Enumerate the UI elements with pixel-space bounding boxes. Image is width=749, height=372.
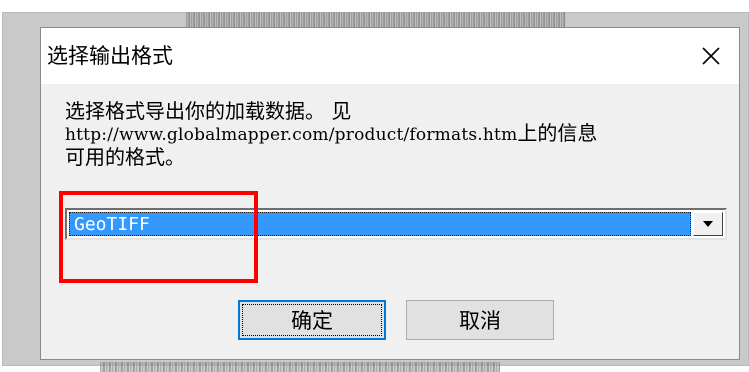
close-icon <box>702 47 720 65</box>
format-select-selected[interactable]: GeoTIFF <box>69 212 691 236</box>
message-line-3: 可用的格式。 <box>65 145 185 169</box>
chevron-down-icon <box>703 221 713 227</box>
format-select-value: GeoTIFF <box>74 214 150 235</box>
message-line-1: 选择格式导出你的加载数据。 见 <box>65 99 352 123</box>
message-line-2: http://www.globalmapper.com/product/form… <box>65 122 735 146</box>
dialog-titlebar: 选择输出格式 <box>41 28 739 84</box>
message-line-2-suffix: 上的信息 <box>517 121 598 145</box>
ok-button[interactable]: 确定 <box>238 300 386 340</box>
cancel-button[interactable]: 取消 <box>406 300 554 340</box>
format-select[interactable]: GeoTIFF <box>65 208 727 240</box>
formats-url: http://www.globalmapper.com/product/form… <box>65 125 518 145</box>
close-button[interactable] <box>691 36 731 76</box>
ok-button-focus-ring <box>242 304 382 336</box>
background-map-strip-bottom <box>100 362 500 372</box>
cancel-button-label: 取消 <box>459 309 501 333</box>
select-output-format-dialog: 选择输出格式 选择格式导出你的加载数据。 见 http://www.global… <box>40 27 740 360</box>
dialog-title: 选择输出格式 <box>47 44 173 68</box>
dialog-message: 选择格式导出你的加载数据。 见 http://www.globalmapper.… <box>65 100 735 168</box>
format-select-dropdown-button[interactable] <box>693 212 723 236</box>
